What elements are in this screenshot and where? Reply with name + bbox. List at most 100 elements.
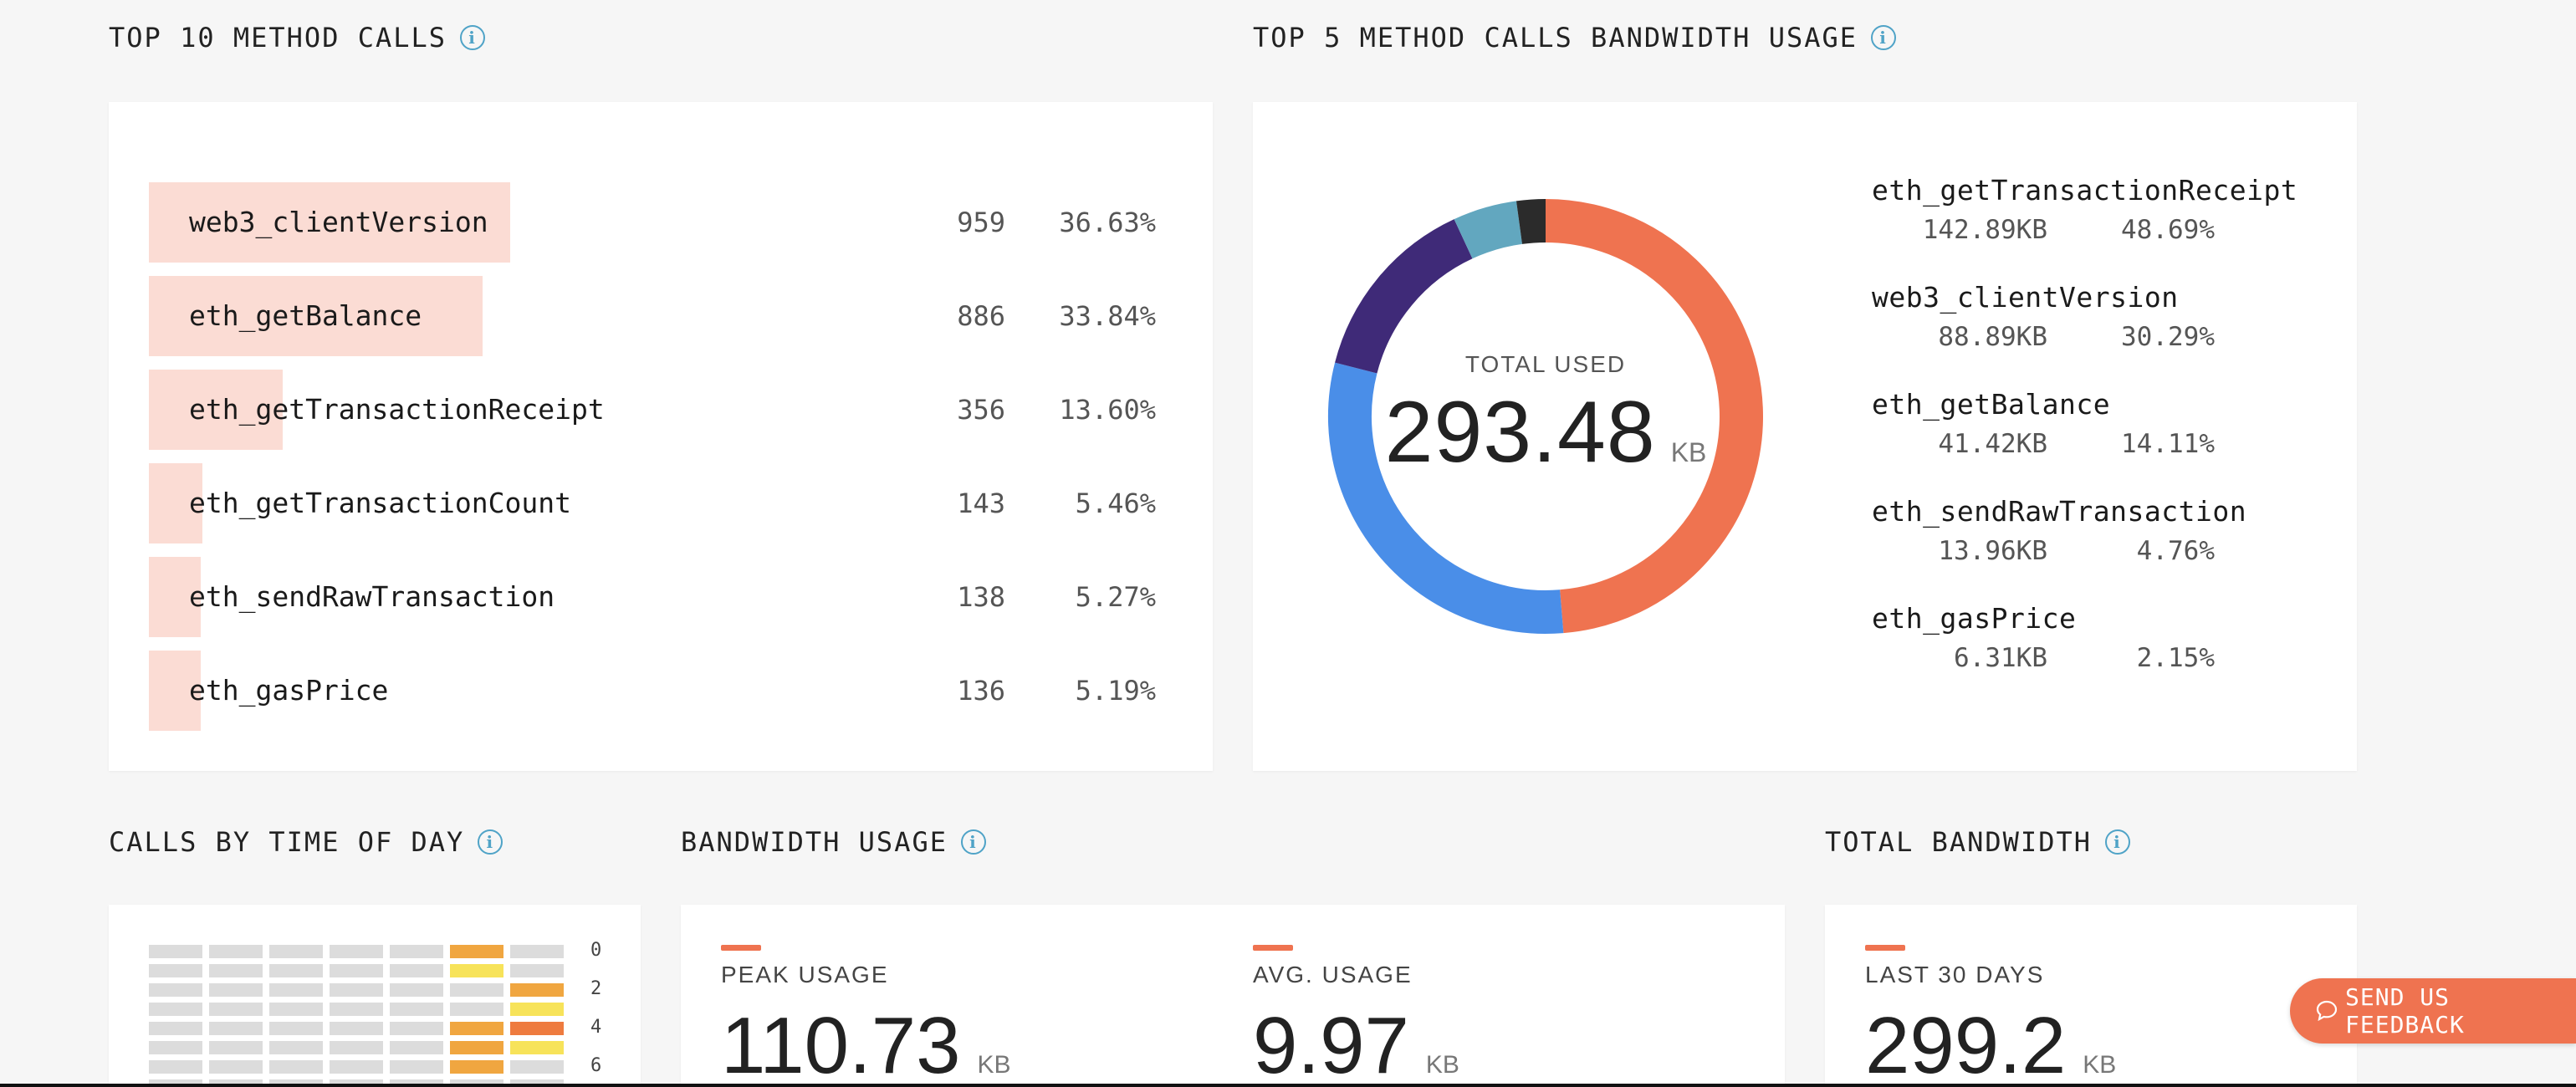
heatmap-cell[interactable]	[269, 1003, 323, 1016]
heatmap-cell[interactable]	[209, 1022, 263, 1035]
legend-percent: 30.29%	[2121, 322, 2215, 352]
heatmap-cell[interactable]	[149, 964, 202, 977]
top-calls-title: TOP 10 METHOD CALLS i	[109, 22, 486, 54]
heatmap-cell[interactable]	[149, 1041, 202, 1054]
legend-method-name: eth_sendRawTransaction	[1872, 495, 2247, 528]
legend-size: 6.31KB	[1954, 643, 2047, 673]
heatmap-cell[interactable]	[209, 1060, 263, 1074]
avg-usage-label: AVG. USAGE	[1253, 962, 1413, 987]
info-icon[interactable]: i	[2104, 829, 2130, 855]
heatmap-cell[interactable]	[269, 1022, 323, 1035]
calls-by-time-card: 0 2 4 6	[109, 905, 641, 1087]
peak-usage-value: 110.73	[721, 1001, 961, 1087]
method-count: 886	[957, 300, 1005, 332]
avg-usage-unit: KB	[1425, 1051, 1459, 1079]
hour-label: 2	[590, 978, 602, 999]
total-accent	[1865, 945, 1905, 951]
info-icon[interactable]: i	[960, 829, 986, 855]
heatmap-cell[interactable]	[450, 945, 503, 958]
heatmap-cell[interactable]	[269, 1060, 323, 1074]
heatmap-cell[interactable]	[390, 945, 443, 958]
total-bandwidth-value: 299.2	[1865, 1001, 2067, 1087]
heatmap-cell[interactable]	[330, 1022, 383, 1035]
hour-label: 0	[590, 940, 602, 961]
heatmap-cell[interactable]	[390, 964, 443, 977]
heatmap-cell[interactable]	[450, 1060, 503, 1074]
heatmap-cell[interactable]	[149, 983, 202, 997]
heatmap-cell[interactable]	[149, 1060, 202, 1074]
heatmap-cell[interactable]	[209, 1041, 263, 1054]
heatmap-cell[interactable]	[390, 1060, 443, 1074]
info-icon[interactable]: i	[1871, 25, 1897, 50]
method-name: eth_getTransactionCount	[189, 487, 571, 519]
method-row[interactable]: eth_getBalance 886 33.84%	[149, 276, 1236, 356]
total-used-unit: KB	[1670, 436, 1707, 467]
last-30-days-label: LAST 30 DAYS	[1865, 962, 2045, 987]
heatmap-cell[interactable]	[330, 945, 383, 958]
peak-usage-label: PEAK USAGE	[721, 962, 889, 987]
legend-method-name: web3_clientVersion	[1872, 281, 2179, 314]
heatmap-cell[interactable]	[149, 1022, 202, 1035]
bandwidth-usage-title-text: BANDWIDTH USAGE	[681, 826, 948, 858]
heatmap-cell[interactable]	[269, 964, 323, 977]
legend-method-name: eth_getBalance	[1872, 388, 2111, 421]
heatmap-cell[interactable]	[209, 1003, 263, 1016]
heatmap-cell[interactable]	[390, 1003, 443, 1016]
heatmap-cell[interactable]	[510, 1022, 564, 1035]
heatmap-cell[interactable]	[450, 983, 503, 997]
heatmap-cell[interactable]	[510, 1041, 564, 1054]
heatmap-cell[interactable]	[450, 1022, 503, 1035]
heatmap-cell[interactable]	[330, 1003, 383, 1016]
send-feedback-button[interactable]: SEND US FEEDBACK	[2290, 978, 2576, 1044]
legend-size: 41.42KB	[1938, 429, 2047, 459]
heatmap-cell[interactable]	[330, 1041, 383, 1054]
heatmap-cell[interactable]	[330, 964, 383, 977]
heatmap-cell[interactable]	[149, 1003, 202, 1016]
top-calls-card: web3_clientVersion 959 36.63% eth_getBalanc…	[109, 102, 1213, 771]
info-icon[interactable]: i	[460, 25, 486, 50]
heatmap-cell[interactable]	[390, 1022, 443, 1035]
method-row[interactable]: eth_gasPrice 136 5.19%	[149, 651, 1236, 731]
method-count: 138	[957, 581, 1005, 613]
heatmap-cell[interactable]	[269, 945, 323, 958]
heatmap-cell[interactable]	[209, 983, 263, 997]
method-row[interactable]: web3_clientVersion 959 36.63%	[149, 182, 1236, 263]
heatmap-cell[interactable]	[209, 945, 263, 958]
heatmap-cell[interactable]	[510, 983, 564, 997]
bandwidth-top5-title-text: TOP 5 METHOD CALLS BANDWIDTH USAGE	[1253, 22, 1858, 54]
method-count: 356	[957, 394, 1005, 426]
peak-usage-unit: KB	[977, 1051, 1011, 1079]
method-count: 959	[957, 207, 1005, 238]
heatmap-cell[interactable]	[510, 1060, 564, 1074]
total-bandwidth-title-text: TOTAL BANDWIDTH	[1825, 826, 2092, 858]
legend-size: 142.89KB	[1922, 215, 2047, 245]
method-row[interactable]: eth_sendRawTransaction 138 5.27%	[149, 557, 1236, 637]
heatmap-cell[interactable]	[269, 1041, 323, 1054]
method-name: eth_gasPrice	[189, 674, 389, 707]
info-icon[interactable]: i	[478, 829, 503, 855]
heatmap-cell[interactable]	[510, 964, 564, 977]
heatmap-cell[interactable]	[330, 1060, 383, 1074]
heatmap-cell[interactable]	[450, 1003, 503, 1016]
bandwidth-usage-title: BANDWIDTH USAGE i	[681, 826, 986, 858]
heatmap-cell[interactable]	[330, 983, 383, 997]
heatmap-cell[interactable]	[209, 964, 263, 977]
total-bandwidth-title: TOTAL BANDWIDTH i	[1825, 826, 2130, 858]
heatmap-cell[interactable]	[450, 1041, 503, 1054]
method-row[interactable]: eth_getTransactionReceipt 356 13.60%	[149, 370, 1236, 450]
heatmap-cell[interactable]	[510, 1003, 564, 1016]
method-name: eth_getBalance	[189, 299, 422, 332]
legend-item: eth_sendRawTransaction 13.96KB 4.76%	[1872, 495, 2246, 566]
heatmap-cell[interactable]	[390, 1041, 443, 1054]
heatmap-cell[interactable]	[269, 983, 323, 997]
heatmap-cell[interactable]	[390, 983, 443, 997]
peak-accent	[721, 945, 761, 951]
method-name: web3_clientVersion	[189, 206, 488, 238]
total-bandwidth-unit: KB	[2083, 1051, 2117, 1079]
heatmap-cell[interactable]	[149, 945, 202, 958]
method-row[interactable]: eth_getTransactionCount 143 5.46%	[149, 463, 1236, 544]
heatmap-cell[interactable]	[510, 945, 564, 958]
heatmap-cell[interactable]	[450, 964, 503, 977]
legend-percent: 48.69%	[2121, 215, 2215, 245]
method-name: eth_sendRawTransaction	[189, 580, 555, 613]
